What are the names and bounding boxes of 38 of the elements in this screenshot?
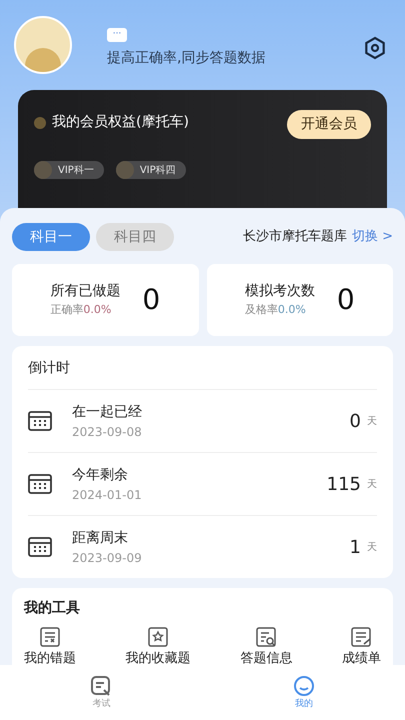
calendar-icon	[28, 473, 52, 495]
calendar-icon	[28, 536, 52, 558]
day-unit: 天	[367, 414, 377, 428]
countdown-value: 1	[350, 536, 361, 560]
countdown-title: 倒计时	[28, 359, 71, 378]
day-unit: 天	[367, 478, 377, 492]
stat-rate: 及格率0.0%	[244, 302, 307, 318]
countdown-label: 今年剩余	[72, 466, 129, 484]
stat-rate: 正确率0.0%	[50, 302, 112, 318]
stat-title: 模拟考次数	[244, 282, 315, 302]
vip-title: 我的会员权益(摩托车)	[52, 113, 189, 132]
stat-title: 所有已做题	[50, 282, 120, 302]
vip-badge: VIP科四	[116, 161, 186, 179]
countdown-label: 在一起已经	[72, 402, 142, 422]
stat-value: 0	[142, 282, 160, 318]
smiley-icon	[292, 674, 316, 698]
stat-value: 0	[336, 282, 355, 318]
stat-card[interactable]: 所有已做题 正确率0.0% 0	[12, 264, 198, 336]
document-x-icon	[38, 625, 62, 649]
message-bubble[interactable]: ···	[107, 28, 127, 42]
countdown-date: 2024-01-01	[72, 486, 142, 504]
switch-link[interactable]: 切换 >	[352, 227, 393, 247]
countdown-date: 2023-09-09	[72, 550, 142, 566]
countdown-label: 距离周末	[72, 528, 129, 548]
subtitle: 提高正确率,同步答题数据	[107, 49, 266, 68]
tools-title: 我的工具	[24, 599, 81, 618]
question-bank-name: 长沙市摩托车题库	[242, 228, 347, 246]
settings-icon[interactable]	[363, 36, 387, 60]
stat-card[interactable]: 模拟考次数 及格率0.0% 0	[206, 264, 393, 336]
calendar-icon	[28, 410, 52, 432]
vip-badge: VIP科一	[34, 161, 104, 179]
open-membership-button[interactable]: 开通会员	[287, 110, 371, 139]
countdown-value: 115	[326, 472, 361, 496]
countdown-value: 0	[350, 410, 361, 434]
countdown-date: 2023-09-08	[72, 424, 142, 440]
day-unit: 天	[367, 540, 377, 554]
document-pen-icon	[349, 625, 374, 649]
document-search-icon	[254, 625, 278, 649]
